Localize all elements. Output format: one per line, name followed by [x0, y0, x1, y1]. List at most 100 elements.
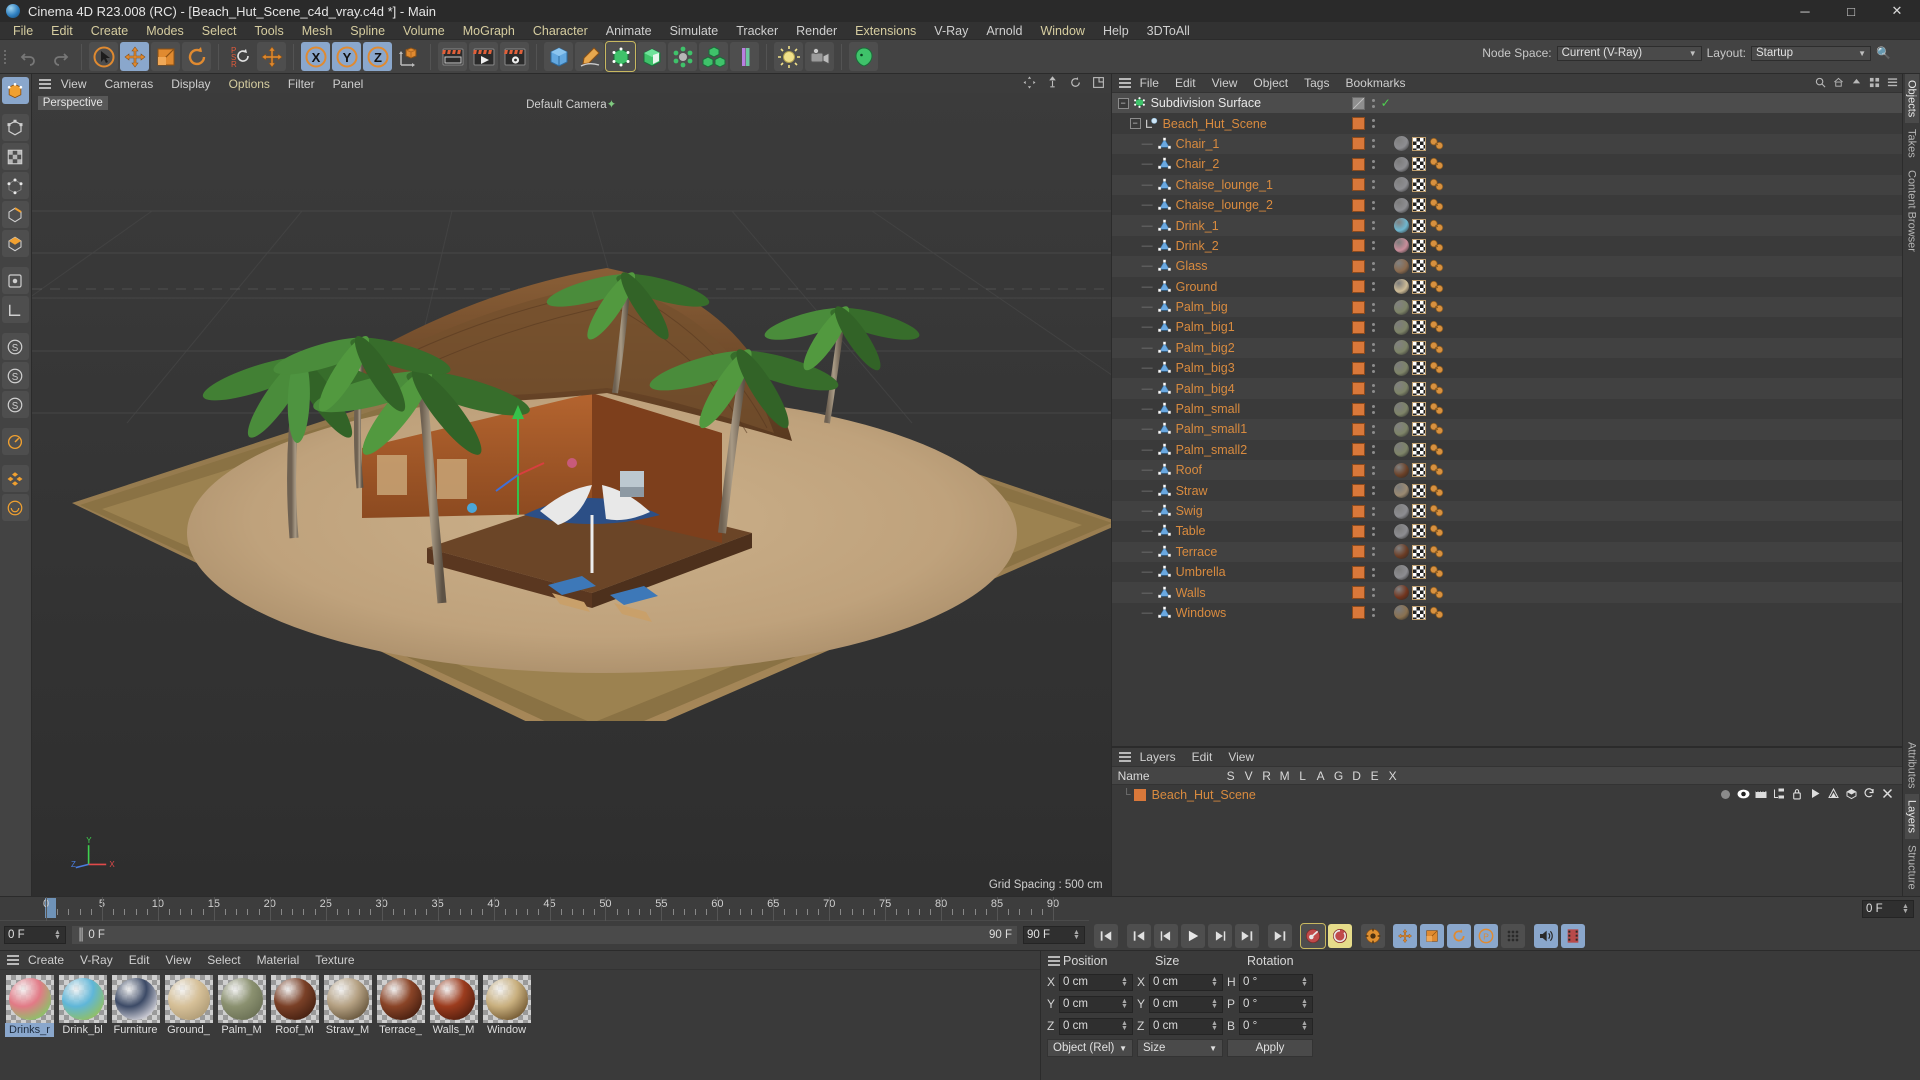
material-thumbnail[interactable] [217, 975, 266, 1023]
spinner-icon[interactable]: ▲ ▼ [1210, 998, 1219, 1010]
uvw-tag[interactable] [1411, 218, 1426, 233]
uvw-tag[interactable] [1411, 504, 1426, 518]
viewport-menu-view[interactable]: View [52, 77, 96, 91]
polygon-object-icon[interactable] [1157, 300, 1172, 314]
scale-tool-button[interactable] [151, 42, 180, 71]
object-row[interactable]: — Windows [1112, 603, 1903, 623]
menu-item-mesh[interactable]: Mesh [293, 22, 342, 40]
menu-item-animate[interactable]: Animate [597, 22, 661, 40]
visibility-dots[interactable] [1370, 424, 1378, 434]
polygon-object-icon[interactable] [1157, 402, 1172, 416]
object-row[interactable]: — Chaise_lounge_2 [1112, 195, 1903, 215]
layout-dropdown[interactable]: Startup ▼ [1751, 45, 1871, 61]
object-color-swatch[interactable] [1351, 545, 1365, 559]
object-color-swatch[interactable] [1351, 259, 1365, 273]
preview-range-button[interactable] [1561, 923, 1585, 948]
layer-visible-icon[interactable] [1734, 788, 1752, 803]
layer-col-v[interactable]: V [1240, 769, 1258, 783]
material-thumbnail[interactable] [323, 975, 372, 1023]
keyframe-selection-button[interactable] [1361, 923, 1385, 948]
texture-mode-button[interactable] [1, 143, 29, 170]
go-to-previous-key-button[interactable] [1127, 923, 1151, 948]
phong-tag[interactable] [1429, 198, 1445, 212]
spinner-icon[interactable]: ▲ ▼ [1901, 903, 1910, 915]
phong-tag[interactable] [1429, 361, 1445, 375]
spinner-icon[interactable]: ▲ ▼ [1120, 976, 1129, 988]
object-color-swatch[interactable] [1351, 402, 1365, 416]
uvw-tag[interactable] [1411, 402, 1426, 417]
material-manager-handle[interactable] [4, 955, 20, 965]
uvw-tag[interactable] [1411, 320, 1426, 335]
object-color-swatch[interactable] [1351, 422, 1365, 436]
object-color-swatch[interactable] [1351, 484, 1365, 498]
phong-tag[interactable] [1429, 565, 1445, 579]
polygon-object-icon[interactable] [1157, 524, 1172, 538]
object-color-swatch[interactable] [1351, 280, 1365, 294]
material-tag[interactable] [1393, 523, 1409, 539]
list-view-icon[interactable] [1887, 76, 1898, 91]
spinner-icon[interactable]: ▲ ▼ [1120, 998, 1129, 1010]
spinner-icon[interactable]: ▲ ▼ [1210, 1020, 1219, 1032]
object-color-swatch[interactable] [1351, 320, 1365, 334]
layer-generators-icon[interactable] [1824, 787, 1842, 803]
polygon-object-icon[interactable] [1157, 422, 1172, 436]
material-menu-create[interactable]: Create [20, 953, 72, 967]
coordinate-mode-dropdown[interactable]: Object (Rel) ▼ [1047, 1039, 1133, 1057]
material-tag[interactable] [1393, 136, 1409, 152]
mograph-cloner-button[interactable] [699, 42, 728, 71]
material-menu-material[interactable]: Material [249, 953, 308, 967]
visibility-dots[interactable] [1370, 404, 1378, 414]
object-manager-handle[interactable] [1116, 78, 1132, 88]
layer-col-e[interactable]: E [1366, 769, 1384, 783]
move-tool-button[interactable] [120, 42, 149, 71]
object-row[interactable]: — Palm_small2 [1112, 440, 1903, 460]
edge-mode-button[interactable] [1, 201, 29, 228]
layer-col-m[interactable]: M [1276, 769, 1294, 783]
material-item[interactable]: Window [482, 975, 531, 1080]
menu-item-modes[interactable]: Modes [137, 22, 193, 40]
material-item[interactable]: Walls_M [429, 975, 478, 1080]
uvw-tag[interactable] [1411, 463, 1426, 478]
menu-item-file[interactable]: File [4, 22, 42, 40]
uvw-tag[interactable] [1411, 483, 1426, 498]
phong-tag[interactable] [1429, 239, 1445, 253]
polygon-object-icon[interactable] [1157, 259, 1172, 273]
visibility-dots[interactable] [1370, 363, 1378, 373]
object-row[interactable]: — Swig [1111, 500, 1903, 522]
menu-item-tracker[interactable]: Tracker [727, 22, 787, 40]
sculpt-tool-button[interactable] [1, 465, 29, 492]
layer-col-x[interactable]: X [1384, 769, 1402, 783]
polygon-object-icon[interactable] [1157, 219, 1172, 233]
menu-item-select[interactable]: Select [193, 22, 246, 40]
uvw-tag[interactable] [1411, 198, 1426, 213]
zoom-view-icon[interactable] [1046, 75, 1059, 92]
render-to-picture-viewer-button[interactable] [469, 42, 498, 71]
sound-playback-button[interactable] [1534, 923, 1558, 948]
object-row[interactable]: − Subdivision Surface ✓ [1111, 93, 1903, 114]
object-row[interactable]: — Chair_1 [1111, 133, 1903, 155]
polygon-object-icon[interactable] [1157, 280, 1172, 294]
layer-render-icon[interactable] [1752, 788, 1770, 803]
visibility-dots[interactable] [1370, 343, 1378, 353]
object-color-swatch[interactable] [1351, 606, 1365, 620]
phong-tag[interactable] [1429, 463, 1445, 477]
object-color-swatch[interactable] [1351, 463, 1365, 477]
lock-x-axis-button[interactable]: X [301, 42, 330, 71]
material-item[interactable]: Terrace_ [376, 975, 425, 1080]
material-tag[interactable] [1393, 177, 1409, 193]
layer-col-s[interactable]: S [1222, 769, 1240, 783]
material-thumbnail[interactable] [270, 975, 319, 1023]
material-thumbnail[interactable] [429, 975, 478, 1023]
material-item[interactable]: Drink_bl [58, 975, 107, 1080]
menu-item-window[interactable]: Window [1031, 22, 1093, 40]
visibility-dots[interactable] [1370, 588, 1378, 598]
uvw-tag[interactable] [1411, 524, 1426, 539]
3d-viewport[interactable]: Perspective Default Camera✦ Grid Spacing… [31, 93, 1111, 896]
phong-tag[interactable] [1429, 157, 1445, 171]
rotation-p-field[interactable]: P 0 ° ▲ ▼ [1227, 995, 1313, 1013]
timeline-ruler[interactable]: 051015202530354045505560657075808590 [0, 897, 1089, 921]
node-space-dropdown[interactable]: Current (V-Ray) ▼ [1556, 45, 1702, 61]
object-row[interactable]: — Walls [1111, 582, 1903, 603]
size-y-field[interactable]: Y 0 cm ▲ ▼ [1137, 995, 1223, 1013]
visibility-dots[interactable] [1370, 221, 1378, 231]
